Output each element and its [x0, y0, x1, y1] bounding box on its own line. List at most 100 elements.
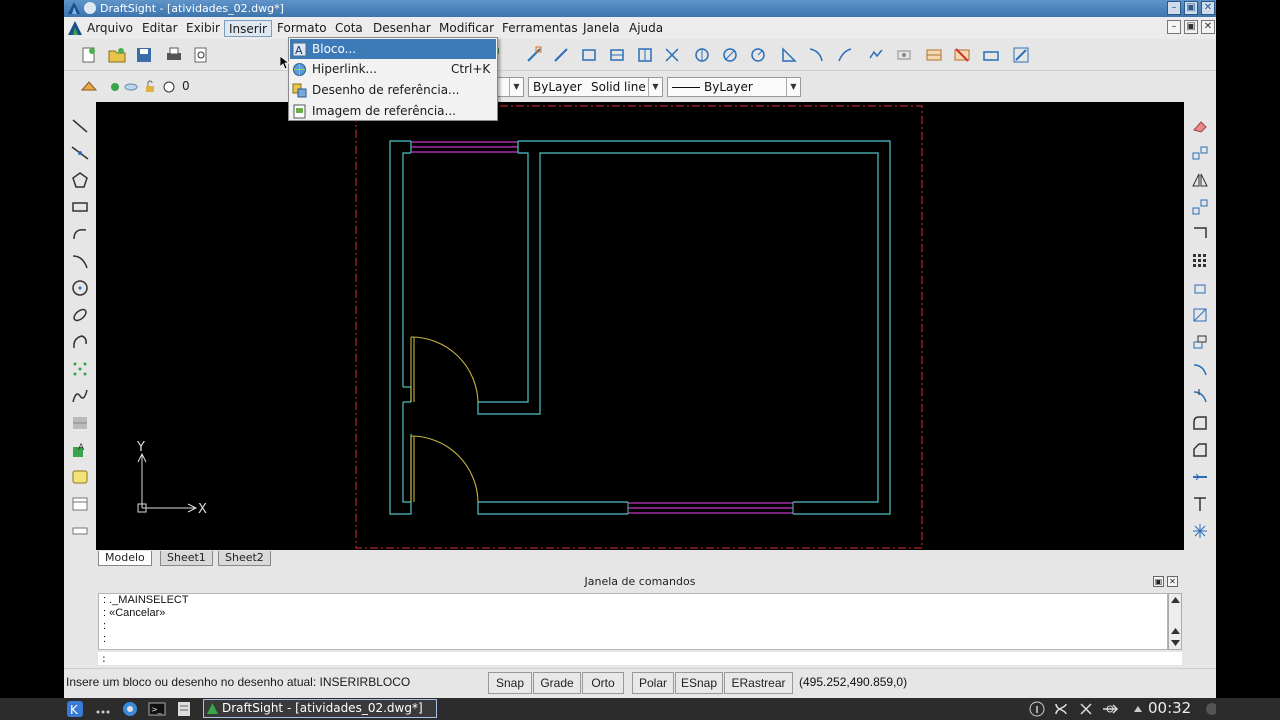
- snap-toggle[interactable]: Snap: [488, 672, 532, 694]
- wipeout-tool-icon[interactable]: [71, 522, 89, 540]
- taskbar-draftsight-window[interactable]: DraftSight - [atividades_02.dwg*]: [203, 699, 437, 718]
- document-restore-button[interactable]: ▣: [1184, 20, 1198, 34]
- document-minimize-button[interactable]: –: [1167, 20, 1181, 34]
- menu-janela[interactable]: Janela: [579, 20, 624, 37]
- snap-midpoint-icon[interactable]: [552, 46, 570, 64]
- table-tool-icon[interactable]: [71, 495, 89, 513]
- pattern-tool-icon[interactable]: [1191, 252, 1209, 270]
- copy-tool-icon[interactable]: [1191, 144, 1209, 162]
- layer-unlock-icon[interactable]: [144, 80, 156, 93]
- layer-color-icon[interactable]: [163, 81, 175, 93]
- snap-perpendicular-icon[interactable]: [663, 46, 681, 64]
- lineweight-combo[interactable]: ByLayer ▼: [667, 77, 801, 97]
- scroll-up-small-icon[interactable]: [1171, 627, 1180, 635]
- insert-block-tool-icon[interactable]: A: [71, 441, 89, 459]
- menu-modificar[interactable]: Modificar: [435, 20, 498, 37]
- network-tray-icon[interactable]: [1052, 700, 1070, 718]
- menu-cota[interactable]: Cota: [331, 20, 367, 37]
- spline-tool-icon[interactable]: [71, 387, 89, 405]
- scroll-up-icon[interactable]: [1171, 596, 1180, 604]
- command-input[interactable]: :: [98, 652, 1182, 665]
- tab-sheet2[interactable]: Sheet2: [218, 551, 271, 566]
- infinite-line-tool-icon[interactable]: [71, 144, 89, 162]
- menu-exibir[interactable]: Exibir: [182, 20, 224, 37]
- ortho-toggle[interactable]: Orto: [582, 672, 624, 694]
- menu-item-bloco[interactable]: A Bloco...: [290, 39, 496, 59]
- text-style-icon[interactable]: [867, 46, 885, 64]
- tab-sheet1[interactable]: Sheet1: [160, 551, 213, 566]
- tab-modelo[interactable]: Modelo: [98, 551, 152, 566]
- usb-tray-icon[interactable]: [1101, 700, 1119, 718]
- menu-arquivo[interactable]: Arquivo: [83, 20, 137, 37]
- current-layer-name[interactable]: 0: [182, 79, 190, 93]
- menu-formato[interactable]: Formato: [273, 20, 331, 37]
- layer-on-icon[interactable]: [109, 81, 121, 93]
- snap-intersection-icon[interactable]: [636, 46, 654, 64]
- new-file-icon[interactable]: [80, 46, 98, 64]
- menu-ferramentas[interactable]: Ferramentas: [498, 20, 582, 37]
- menu-item-hiperlink[interactable]: Hiperlink... Ctrl+K: [290, 59, 496, 79]
- snap-center-icon[interactable]: [580, 46, 598, 64]
- measure-icon[interactable]: [1012, 46, 1030, 64]
- explode-tool-icon[interactable]: [1191, 522, 1209, 540]
- extend-tool-icon[interactable]: [1191, 387, 1209, 405]
- menu-inserir[interactable]: Inserir: [224, 20, 272, 37]
- rotate-tool-icon[interactable]: [1191, 306, 1209, 324]
- mirror-tool-icon[interactable]: [1191, 171, 1209, 189]
- info-tray-icon[interactable]: [1028, 700, 1046, 718]
- terminal-icon[interactable]: >_: [148, 700, 166, 718]
- lineweight-arrow-icon[interactable]: ▼: [786, 78, 800, 96]
- trim-tool-icon[interactable]: [1191, 360, 1209, 378]
- join-tool-icon[interactable]: [1191, 468, 1209, 486]
- layer-combo-arrow-icon[interactable]: ▼: [509, 78, 523, 96]
- layer-off-icon[interactable]: [953, 46, 971, 64]
- block-definition-icon[interactable]: [895, 46, 913, 64]
- snap-quadrant-icon[interactable]: [608, 46, 626, 64]
- polar-toggle[interactable]: Polar: [632, 672, 674, 694]
- arc-tool-icon[interactable]: [71, 225, 89, 243]
- linetype-arrow-icon[interactable]: ▼: [648, 78, 662, 96]
- offset-tool-icon[interactable]: [1191, 198, 1209, 216]
- menu-editar[interactable]: Editar: [138, 20, 182, 37]
- arc-3point-tool-icon[interactable]: [71, 252, 89, 270]
- grid-toggle[interactable]: Grade: [533, 672, 581, 694]
- layer-state-icon[interactable]: [80, 78, 98, 96]
- browser-icon[interactable]: [121, 700, 139, 718]
- command-scrollbar[interactable]: [1168, 593, 1182, 650]
- menu-ajuda[interactable]: Ajuda: [625, 20, 667, 37]
- elliptical-arc-tool-icon[interactable]: [71, 333, 89, 351]
- minimize-button[interactable]: –: [1167, 1, 1181, 15]
- bluetooth-tray-icon[interactable]: [1077, 700, 1095, 718]
- maximize-button[interactable]: ▣: [1184, 1, 1198, 15]
- menu-item-desenho-referencia[interactable]: Desenho de referência...: [290, 80, 496, 100]
- snap-endpoint-icon[interactable]: [525, 46, 543, 64]
- app-menu-logo-icon[interactable]: [68, 21, 82, 35]
- polygon-tool-icon[interactable]: [71, 171, 89, 189]
- esnap-toggle[interactable]: ESnap: [675, 672, 723, 694]
- circle-tool-icon[interactable]: [71, 279, 89, 297]
- color-linetype-combo[interactable]: ByLayer Solid line ▼: [528, 77, 663, 97]
- tray-expand-icon[interactable]: [1129, 700, 1147, 718]
- desktop-dots-icon[interactable]: [94, 700, 112, 718]
- document-close-button[interactable]: ✕: [1201, 20, 1215, 34]
- array-tool-icon[interactable]: [1191, 225, 1209, 243]
- dimension-angular-icon[interactable]: [780, 46, 798, 64]
- command-window-float-icon[interactable]: ▣: [1153, 576, 1164, 587]
- close-button[interactable]: ✕: [1201, 1, 1215, 15]
- move-tool-icon[interactable]: [1191, 279, 1209, 297]
- dimension-arc-icon[interactable]: [807, 46, 825, 64]
- panel-handle-icon[interactable]: [1198, 700, 1216, 718]
- file-manager-icon[interactable]: [175, 700, 193, 718]
- save-icon[interactable]: [135, 46, 153, 64]
- note-tool-icon[interactable]: [71, 468, 89, 486]
- ellipse-tool-icon[interactable]: [71, 306, 89, 324]
- open-file-icon[interactable]: [108, 46, 126, 64]
- line-tool-icon[interactable]: [71, 117, 89, 135]
- chamfer-tool-icon[interactable]: [1191, 441, 1209, 459]
- point-tool-icon[interactable]: [71, 360, 89, 378]
- scroll-down-icon[interactable]: [1171, 639, 1180, 647]
- command-window-close-icon[interactable]: ✕: [1167, 576, 1178, 587]
- drawing-canvas[interactable]: Y X: [96, 102, 1184, 550]
- print-preview-icon[interactable]: [192, 46, 210, 64]
- layer-isolate-icon[interactable]: [982, 46, 1000, 64]
